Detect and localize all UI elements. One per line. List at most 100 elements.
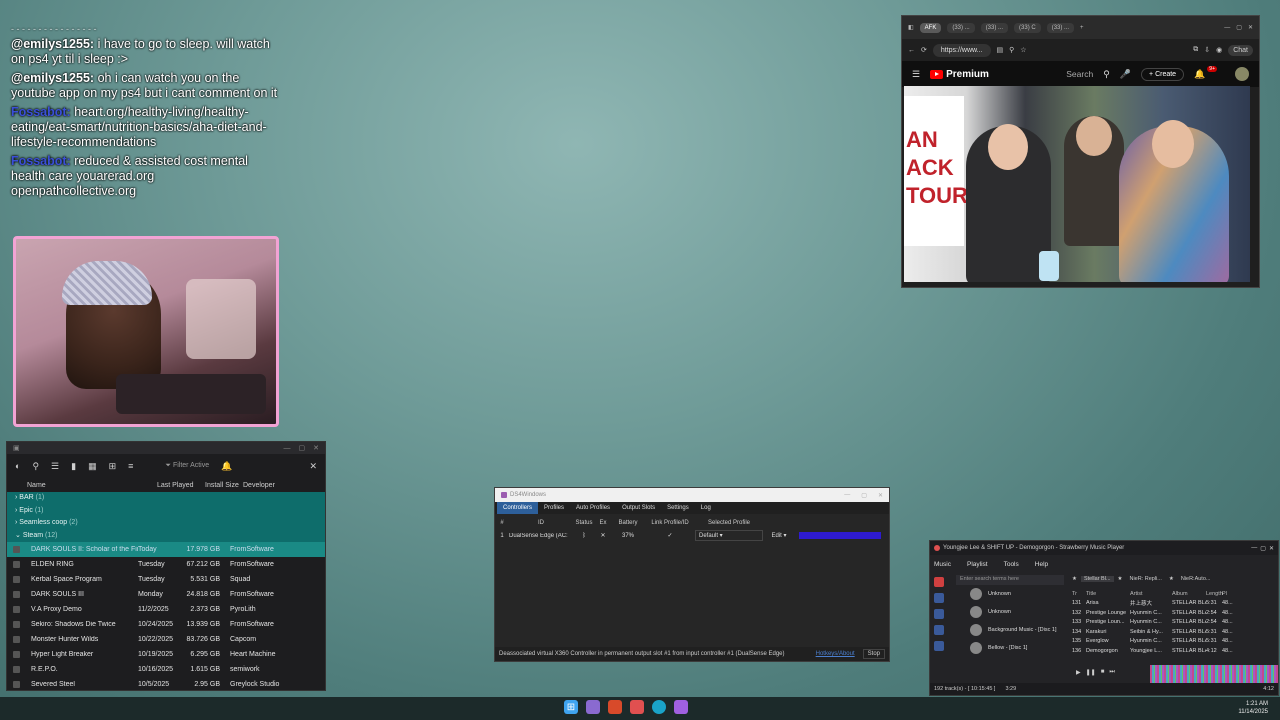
track-row[interactable]: 135 Everglow Hyunmin C... STELLAR BLAD...5:… xyxy=(1072,637,1276,647)
system-clock[interactable]: 1:21 AM 11/14/2025 xyxy=(1238,700,1268,716)
group-seamless-coop[interactable]: › Seamless coop (2) xyxy=(7,517,325,530)
game-row[interactable]: Kerbal Space Program Tuesday 5.531 GB Squad xyxy=(7,572,325,587)
library-item[interactable]: Background Music - [Disc 1] xyxy=(934,621,1064,639)
extensions-icon[interactable]: ⧉ xyxy=(1193,46,1198,54)
lightbar-color-swatch[interactable] xyxy=(799,532,881,539)
tab-auto-profiles[interactable]: Auto Profiles xyxy=(570,502,616,514)
col-track[interactable]: Tr xyxy=(1072,591,1086,597)
app-icon[interactable] xyxy=(586,700,600,714)
minimize-button[interactable]: — xyxy=(844,492,850,498)
game-row[interactable]: DARK SOULS II: Scholar of the First SinT… xyxy=(7,542,325,557)
menu-playlist[interactable]: Playlist xyxy=(967,561,988,568)
browser-tab[interactable]: (33) ... xyxy=(980,22,1009,33)
game-row[interactable]: DARK SOULS III Monday 24.818 GB FromSoftwar… xyxy=(7,587,325,602)
tab-profiles[interactable]: Profiles xyxy=(538,502,570,514)
start-icon[interactable]: ⊞ xyxy=(564,700,578,714)
column-name[interactable]: Name xyxy=(27,482,157,489)
back-icon[interactable]: ← xyxy=(908,47,915,54)
playlist-tab[interactable]: Stellar Bl... xyxy=(1080,576,1114,582)
search-input[interactable]: Search xyxy=(1066,69,1093,79)
profile-icon[interactable]: ◉ xyxy=(1216,46,1222,54)
url-field[interactable]: https://www... xyxy=(932,43,991,57)
close-button[interactable]: ✕ xyxy=(313,444,319,452)
track-row[interactable]: 131 Arisa 井上慈大 STELLAR BLAD...5:31 48... xyxy=(1072,599,1276,609)
filter-active-button[interactable]: ⏷ Filter Active xyxy=(165,462,209,470)
stop-button[interactable]: Stop xyxy=(862,649,885,659)
tab-log[interactable]: Log xyxy=(695,502,717,514)
playlist-tab[interactable]: NieR: Repli... xyxy=(1126,576,1164,582)
zoom-icon[interactable]: ⚲ xyxy=(1009,46,1014,54)
game-row[interactable]: Monster Hunter Wilds 10/22/2025 83.726 GB C… xyxy=(7,632,325,647)
grid-view-icon[interactable]: ▦ xyxy=(88,461,97,472)
hotkeys-about-link[interactable]: Hotkeys/About xyxy=(816,651,855,657)
tab-settings[interactable]: Settings xyxy=(661,502,695,514)
menu-music[interactable]: Music xyxy=(934,561,951,568)
favorite-icon[interactable]: ☆ xyxy=(1020,46,1026,54)
library-item[interactable]: Bellow - [Disc 1] xyxy=(934,639,1064,657)
copilot-chat-button[interactable]: Chat xyxy=(1228,44,1253,56)
menu-help[interactable]: Help xyxy=(1035,561,1048,568)
minimize-button[interactable]: — xyxy=(1251,545,1257,551)
pause-icon[interactable]: ❚❚ xyxy=(1086,669,1096,676)
track-row[interactable]: 133 Prestige Loun... Hyunmin C... STELLAR B… xyxy=(1072,618,1276,628)
close-button[interactable]: ✕ xyxy=(309,461,317,472)
maximize-button[interactable]: ▢ xyxy=(861,492,867,499)
ds4windows-icon[interactable] xyxy=(674,700,688,714)
game-row[interactable]: V.A Proxy Demo 11/2/2025 2.373 GB PyroLith xyxy=(7,602,325,617)
tab-output-slots[interactable]: Output Slots xyxy=(616,502,661,514)
play-icon[interactable]: ▶ xyxy=(1076,669,1081,676)
profile-select[interactable]: Default ▾ xyxy=(695,530,763,541)
details-view-icon[interactable]: ⊞ xyxy=(109,461,117,472)
create-button[interactable]: + Create xyxy=(1141,67,1185,81)
app-icon[interactable] xyxy=(608,700,622,714)
browser-tab[interactable]: (33) ... xyxy=(947,22,975,33)
group-steam[interactable]: ⌄ Steam (12) xyxy=(7,530,325,543)
track-row[interactable]: 134 Karakuri Seibin & Hy... STELLAR BLAD...… xyxy=(1072,627,1276,637)
column-install-size[interactable]: Install Size xyxy=(205,482,243,489)
col-artist[interactable]: Artist xyxy=(1130,591,1172,597)
refresh-icon[interactable]: ⟳ xyxy=(921,46,927,54)
controller-row[interactable]: 1 DualSense Edge (AC: ᛒ ✕ 37% ✓ Default … xyxy=(495,529,889,542)
browser-tab[interactable]: (33) C xyxy=(1014,22,1041,33)
game-row[interactable]: ELDEN RING Tuesday 67.212 GB FromSoftware xyxy=(7,557,325,572)
track-row[interactable]: 136 Demogorgon Youngjee L... STELLAR BLAD..… xyxy=(1072,646,1276,656)
toggle-view-icon[interactable]: ◐ xyxy=(15,461,20,471)
minimize-button[interactable]: — xyxy=(1224,25,1230,31)
next-icon[interactable]: ⏭ xyxy=(1109,669,1114,676)
notification-icon[interactable]: 🔔 xyxy=(221,461,232,472)
video-player[interactable]: AN ACK TOUR xyxy=(904,86,1250,282)
link-profile-checkbox[interactable]: ✓ xyxy=(645,532,695,539)
column-developer[interactable]: Developer xyxy=(243,482,325,489)
group-epic[interactable]: › Epic (1) xyxy=(7,505,325,518)
menu-icon[interactable]: ☰ xyxy=(912,69,920,80)
edit-button[interactable]: Edit ▾ xyxy=(763,532,795,539)
youtube-logo[interactable]: Premium xyxy=(930,69,989,80)
playlist-tab[interactable]: NieR:Auto... xyxy=(1178,576,1214,582)
game-row[interactable]: Severed Steel 10/5/2025 2.95 GB Greylock St… xyxy=(7,677,325,692)
stop-icon[interactable]: ■ xyxy=(1101,669,1105,676)
close-button[interactable]: ✕ xyxy=(878,492,883,499)
column-last-played[interactable]: Last Played xyxy=(157,482,205,489)
browser-tab[interactable]: (33) ... xyxy=(1046,22,1075,33)
game-row[interactable]: Sekiro: Shadows Die Twice 10/24/2025 13.93… xyxy=(7,617,325,632)
maximize-button[interactable]: ▢ xyxy=(1236,24,1242,31)
search-icon[interactable]: ⚲ xyxy=(1103,69,1110,80)
col-plays[interactable]: Pl xyxy=(1222,591,1238,597)
search-icon[interactable]: ⚲ xyxy=(32,461,39,472)
col-album[interactable]: Album xyxy=(1172,591,1206,597)
tab-controllers[interactable]: Controllers xyxy=(497,502,539,514)
list-detail-icon[interactable]: ≡ xyxy=(128,461,133,471)
library-search-input[interactable]: Enter search terms here xyxy=(956,575,1064,585)
reader-icon[interactable]: ▤ xyxy=(997,46,1004,54)
launcher-menu-icon[interactable]: ▣ xyxy=(13,444,20,452)
list-view-icon[interactable]: ☰ xyxy=(51,461,59,472)
col-title[interactable]: Title xyxy=(1086,591,1130,597)
app-icon[interactable] xyxy=(630,700,644,714)
library-item[interactable]: Unknown xyxy=(934,603,1064,621)
microphone-icon[interactable]: 🎤 xyxy=(1120,69,1131,80)
library-item[interactable]: Unknown xyxy=(934,585,1064,603)
browser-sidebar-icon[interactable]: ◧ xyxy=(908,24,914,31)
minimize-button[interactable]: — xyxy=(284,445,291,452)
pin-icon[interactable]: ▮ xyxy=(71,461,76,472)
edge-icon[interactable] xyxy=(652,700,666,714)
